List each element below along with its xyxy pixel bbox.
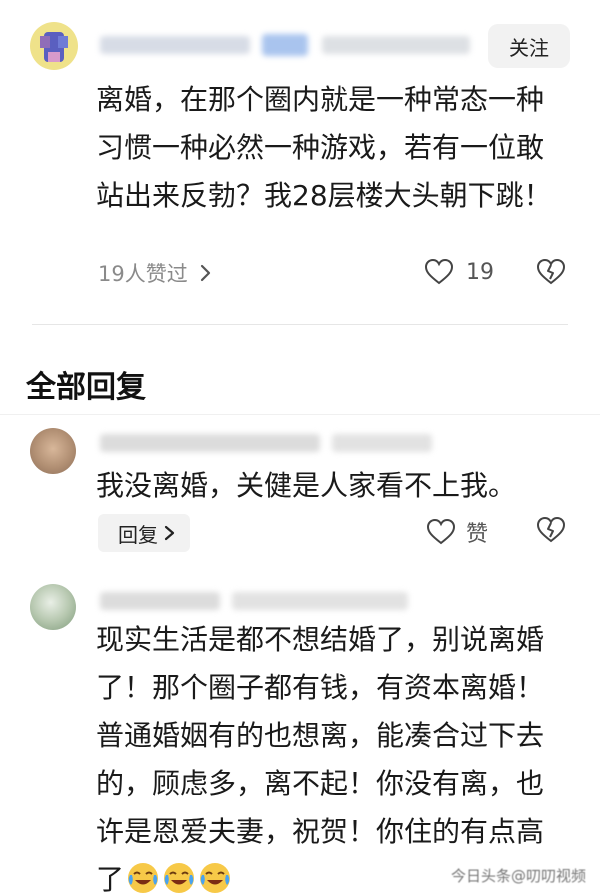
watermark: 今日头条@叨叨视频 bbox=[450, 867, 586, 885]
reply-button-label: 回复 bbox=[118, 522, 158, 547]
chevron-right-icon bbox=[200, 264, 212, 282]
section-title: 全部回复 bbox=[26, 370, 146, 405]
reply-avatar[interactable] bbox=[30, 428, 76, 474]
reply-text-content: 现实生活是都不想结婚了，别说离婚了！那个圈子都有钱，有资本离婚！普通婚姻有的也想… bbox=[96, 623, 545, 894]
reply-like-label: 赞 bbox=[466, 522, 489, 547]
avatar[interactable] bbox=[30, 22, 78, 70]
avatar-image bbox=[40, 32, 68, 62]
like-button[interactable]: 19 bbox=[424, 258, 494, 286]
reply-text: 我没离婚，关健是人家看不上我。 bbox=[96, 469, 517, 502]
heart-icon bbox=[424, 258, 454, 286]
reply-username-blurred[interactable] bbox=[100, 434, 320, 452]
reply-username-blurred[interactable] bbox=[100, 592, 220, 610]
reply-meta-blurred bbox=[232, 592, 408, 610]
reply-like-button[interactable]: 赞 bbox=[426, 516, 488, 548]
reply-avatar[interactable] bbox=[30, 584, 76, 630]
likers-link[interactable]: 19人赞过 bbox=[98, 258, 212, 288]
crying-laughing-emoji bbox=[160, 863, 196, 894]
crying-laughing-emoji bbox=[196, 863, 232, 894]
reply-button[interactable]: 回复 bbox=[98, 514, 190, 552]
crying-laughing-emoji bbox=[124, 863, 160, 894]
username-blurred[interactable] bbox=[100, 36, 250, 54]
reply-meta-blurred bbox=[332, 434, 432, 452]
reply-text: 现实生活是都不想结婚了，别说离婚了！那个圈子都有钱，有资本离婚！普通婚姻有的也想… bbox=[96, 616, 566, 894]
reply-dislike-button[interactable] bbox=[536, 516, 566, 544]
user-badge-blurred bbox=[262, 34, 308, 56]
likers-label: 19人赞过 bbox=[98, 262, 188, 286]
like-count: 19 bbox=[466, 259, 494, 285]
dislike-button[interactable] bbox=[536, 258, 566, 286]
divider bbox=[0, 414, 600, 415]
divider bbox=[32, 324, 568, 325]
broken-heart-icon bbox=[536, 258, 566, 286]
comment-text: 离婚，在那个圈内就是一种常态一种习惯一种必然一种游戏，若有一位敢站出来反勃？我2… bbox=[96, 83, 552, 212]
broken-heart-icon bbox=[536, 516, 566, 544]
heart-icon bbox=[426, 518, 456, 546]
user-meta-blurred bbox=[322, 36, 470, 54]
chevron-right-icon bbox=[164, 524, 176, 542]
follow-button[interactable]: 关注 bbox=[488, 24, 570, 68]
